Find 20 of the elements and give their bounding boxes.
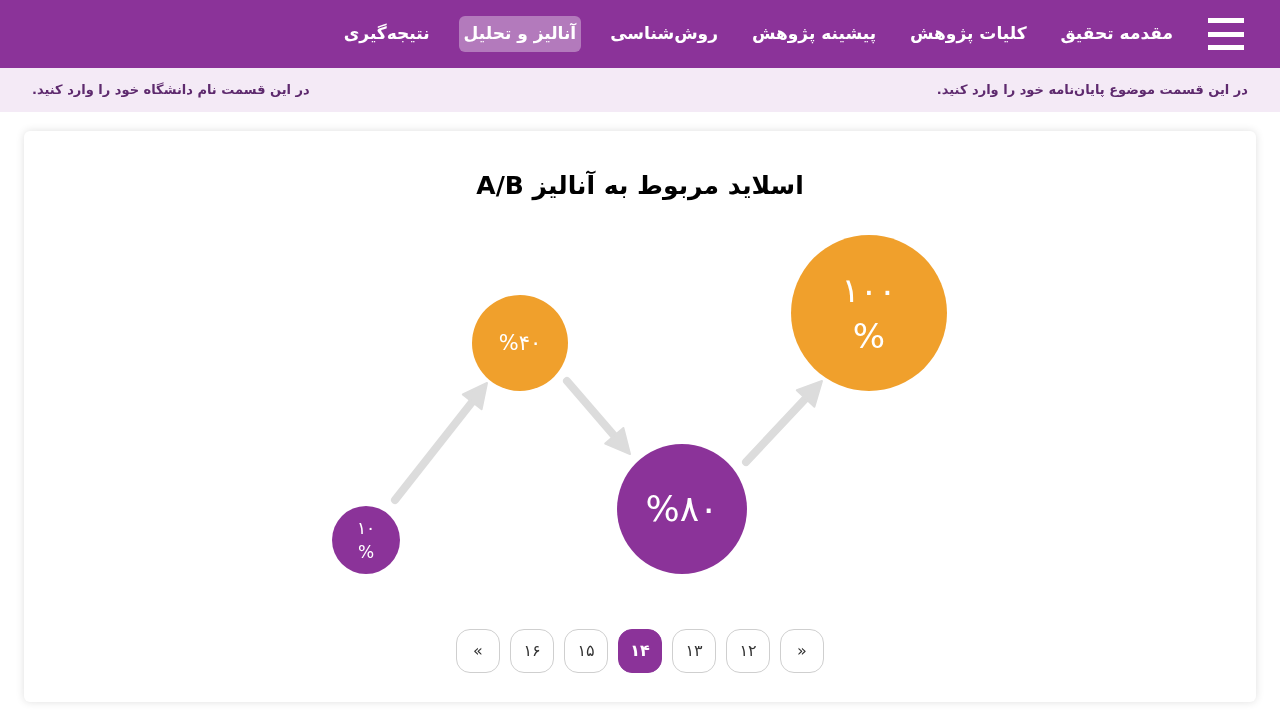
menu-icon[interactable] — [1208, 17, 1244, 51]
nav-tab[interactable]: نتیجه‌گیری — [338, 16, 435, 52]
percentage-bubble: %۴۰ — [472, 295, 568, 391]
percentage-bubble: %۸۰ — [617, 444, 747, 574]
page-button[interactable]: ۱۳ — [672, 629, 716, 673]
page-button[interactable]: ۱۵ — [564, 629, 608, 673]
percentage-bubble: ۱۰ % — [332, 506, 400, 574]
nav-tab[interactable]: کلیات پژوهش — [905, 16, 1032, 52]
slide-title: اسلاید مربوط به آنالیز A/B — [476, 169, 804, 203]
university-name-text: در این قسمت نام دانشگاه خود را وارد کنید. — [32, 81, 310, 100]
nav-tab[interactable]: مقدمه تحقیق — [1055, 16, 1178, 52]
page-button[interactable]: ۱۶ — [510, 629, 554, 673]
percentage-bubble: ۱۰۰ % — [791, 235, 947, 391]
page-button[interactable]: ۱۲ — [726, 629, 770, 673]
nav-tab[interactable]: روش‌شناسی — [605, 16, 723, 52]
nav-tab[interactable]: پیشینه پژوهش — [746, 16, 882, 52]
page-button[interactable]: » — [780, 629, 824, 673]
page-button[interactable]: « — [456, 629, 500, 673]
thesis-topic-text: در این قسمت موضوع پایان‌نامه خود را وارد کنید. — [936, 81, 1248, 100]
page-button[interactable]: ۱۴ — [618, 629, 662, 673]
